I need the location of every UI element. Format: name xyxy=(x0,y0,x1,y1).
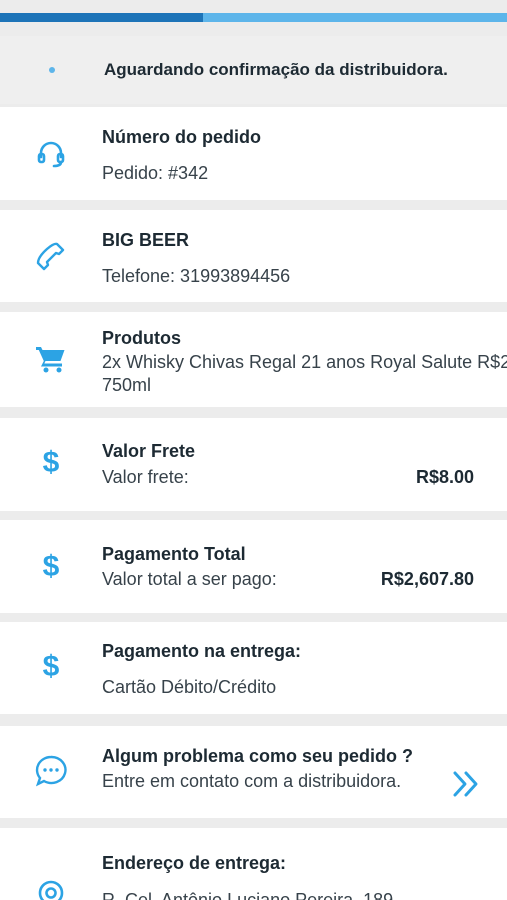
status-dot-icon xyxy=(49,67,55,73)
products-line-1: 2x Whisky Chivas Regal 21 anos Royal Sal… xyxy=(102,352,507,372)
address-line-1: R. Cel. Antônio Luciano Pereira, 189 xyxy=(102,890,394,900)
phone-icon xyxy=(34,240,68,274)
status-text: Aguardando confirmação da distribuidora. xyxy=(104,60,448,79)
products-title: Produtos xyxy=(102,328,181,348)
dollar-icon: $ xyxy=(42,446,60,479)
order-number-title: Número do pedido xyxy=(102,127,261,147)
total-payment-title: Pagamento Total xyxy=(102,544,246,564)
total-payment-card: $ Pagamento Total Valor total a ser pago… xyxy=(0,520,507,613)
shipping-amount: R$8.00 xyxy=(415,467,474,487)
headset-icon xyxy=(34,137,68,171)
help-title: Algum problema como seu pedido ? xyxy=(102,746,414,766)
chat-bubble-icon xyxy=(34,754,68,788)
shipping-card: $ Valor Frete Valor frete: R$8.00 xyxy=(0,418,507,511)
double-chevron-right-icon[interactable] xyxy=(450,770,482,798)
address-card: Endereço de entrega: R. Cel. Antônio Luc… xyxy=(0,828,507,900)
order-number-value: Pedido: #342 xyxy=(102,163,209,183)
help-card[interactable]: Algum problema como seu pedido ? Entre e… xyxy=(0,726,507,818)
shipping-title: Valor Frete xyxy=(102,441,196,461)
products-line-2: 750ml xyxy=(102,375,152,395)
order-progress-fill xyxy=(0,13,203,22)
shipping-label: Valor frete: xyxy=(102,467,189,487)
payment-method-card: $ Pagamento na entrega: Cartão Débito/Cr… xyxy=(0,622,507,714)
order-number-card: Número do pedido Pedido: #342 xyxy=(0,107,507,200)
help-text: Entre em contato com a distribuidora. xyxy=(102,771,402,791)
location-pin-icon xyxy=(34,876,68,900)
store-name: BIG BEER xyxy=(102,230,190,250)
total-payment-amount: R$2,607.80 xyxy=(380,569,474,589)
dollar-icon: $ xyxy=(42,650,60,683)
products-card: Produtos 2x Whisky Chivas Regal 21 anos … xyxy=(0,312,507,407)
address-title: Endereço de entrega: xyxy=(102,853,287,873)
payment-method-value: Cartão Débito/Crédito xyxy=(102,677,277,697)
dollar-icon: $ xyxy=(42,550,60,583)
store-phone: Telefone: 31993894456 xyxy=(102,266,291,286)
total-payment-label: Valor total a ser pago: xyxy=(102,569,277,589)
order-progress-bar xyxy=(0,13,507,22)
status-row: Aguardando confirmação da distribuidora. xyxy=(0,36,507,104)
cart-icon xyxy=(34,342,68,376)
store-card: BIG BEER Telefone: 31993894456 xyxy=(0,210,507,302)
payment-method-title: Pagamento na entrega: xyxy=(102,641,302,661)
